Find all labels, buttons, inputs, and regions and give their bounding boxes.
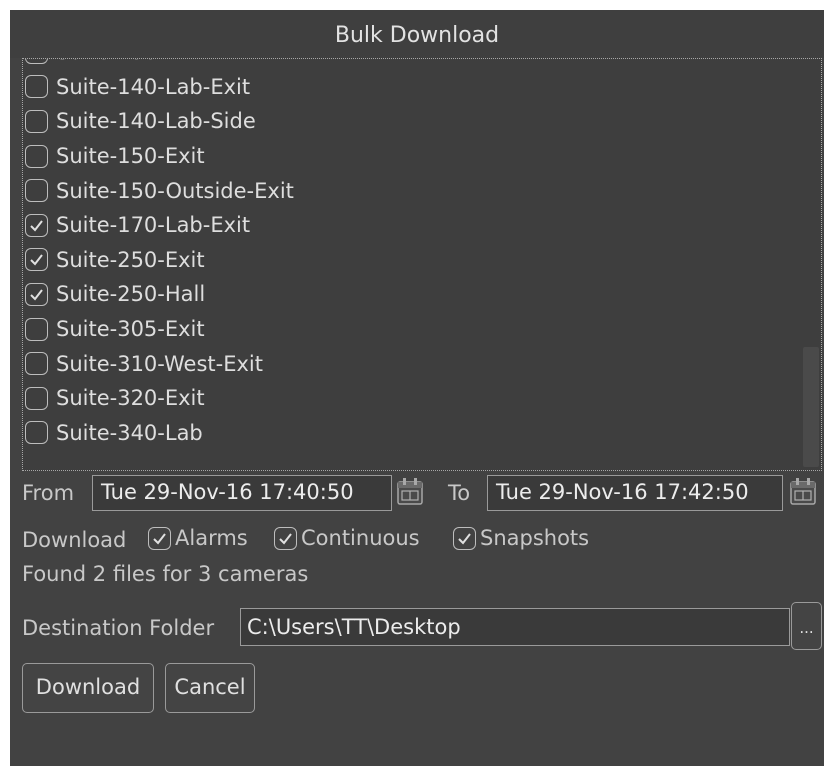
- camera-row[interactable]: Suite-150-Outside-Exit: [23, 173, 803, 208]
- camera-row[interactable]: Suite-320-Exit: [23, 381, 803, 416]
- camera-label: Suite-140-Lab-Exit: [56, 74, 251, 99]
- camera-checkbox[interactable]: [25, 75, 48, 99]
- checkmark-icon: [30, 220, 43, 232]
- continuous-option[interactable]: Continuous: [274, 526, 420, 550]
- from-datetime-field[interactable]: Tue 29-Nov-16 17:40:50: [92, 475, 392, 511]
- checkmark-icon: [458, 532, 471, 545]
- cancel-button[interactable]: Cancel: [165, 663, 255, 713]
- camera-checkbox[interactable]: [25, 352, 48, 376]
- camera-label: Suite-340-Lab: [56, 420, 203, 445]
- camera-list-scrollbar[interactable]: [801, 59, 821, 470]
- camera-row[interactable]: Suite-250-Exit: [23, 243, 803, 278]
- continuous-label: Continuous: [301, 526, 420, 550]
- camera-label: Suite-150-Exit: [56, 144, 205, 169]
- destination-label: Destination Folder: [22, 616, 215, 640]
- camera-label: Suite-250-Exit: [56, 247, 205, 272]
- camera-list[interactable]: Suite-130-Exit Suite-140-Lab-Exit Suite-14…: [22, 58, 822, 471]
- camera-checkbox[interactable]: [25, 144, 48, 168]
- download-button[interactable]: Download: [22, 663, 154, 713]
- camera-checkbox[interactable]: [25, 317, 48, 341]
- snapshots-label: Snapshots: [480, 526, 590, 550]
- camera-label: Suite-250-Hall: [56, 282, 206, 307]
- camera-checkbox[interactable]: [25, 248, 48, 272]
- destination-folder-input[interactable]: C:\Users\TT\Desktop: [240, 608, 790, 646]
- snapshots-checkbox[interactable]: [453, 526, 476, 550]
- camera-checkbox[interactable]: [25, 59, 48, 64]
- camera-list-items: Suite-130-Exit Suite-140-Lab-Exit Suite-14…: [23, 59, 803, 451]
- alarms-checkbox[interactable]: [148, 526, 171, 550]
- camera-row[interactable]: Suite-340-Lab: [23, 416, 803, 451]
- camera-label: Suite-320-Exit: [56, 386, 205, 411]
- camera-row[interactable]: Suite-305-Exit: [23, 312, 803, 347]
- bulk-download-dialog: Bulk Download Suite-130-Exit Suite-140-La…: [10, 10, 824, 766]
- camera-checkbox[interactable]: [25, 109, 48, 133]
- camera-checkbox[interactable]: [25, 386, 48, 410]
- checkmark-icon: [30, 289, 43, 301]
- camera-row[interactable]: Suite-250-Hall: [23, 277, 803, 312]
- to-calendar-icon[interactable]: [788, 476, 818, 508]
- camera-label: Suite-170-Lab-Exit: [56, 213, 251, 238]
- camera-row[interactable]: Suite-170-Lab-Exit: [23, 208, 803, 243]
- camera-label: Suite-140-Lab-Side: [56, 109, 256, 134]
- alarms-label: Alarms: [175, 526, 248, 550]
- to-label: To: [448, 481, 471, 505]
- snapshots-option[interactable]: Snapshots: [453, 526, 589, 550]
- status-text: Found 2 files for 3 cameras: [22, 562, 309, 586]
- camera-label: Suite-150-Outside-Exit: [56, 178, 294, 203]
- browse-button[interactable]: ...: [791, 602, 822, 650]
- camera-checkbox[interactable]: [25, 213, 48, 237]
- scrollbar-thumb[interactable]: [803, 347, 819, 467]
- checkmark-icon: [279, 532, 292, 545]
- checkmark-icon: [153, 532, 166, 545]
- dialog-title: Bulk Download: [10, 10, 824, 58]
- camera-row[interactable]: Suite-130-Exit: [23, 59, 803, 70]
- camera-checkbox[interactable]: [25, 421, 48, 445]
- from-label: From: [22, 481, 75, 505]
- camera-checkbox[interactable]: [25, 179, 48, 203]
- camera-row[interactable]: Suite-140-Lab-Side: [23, 104, 803, 139]
- download-label: Download: [22, 528, 127, 552]
- checkmark-icon: [30, 254, 43, 266]
- camera-row[interactable]: Suite-140-Lab-Exit: [23, 70, 803, 105]
- camera-label: Suite-305-Exit: [56, 317, 205, 342]
- camera-checkbox[interactable]: [25, 282, 48, 306]
- camera-label: Suite-130-Exit: [56, 59, 205, 64]
- to-datetime-field[interactable]: Tue 29-Nov-16 17:42:50: [487, 475, 783, 511]
- camera-label: Suite-310-West-Exit: [56, 351, 263, 376]
- from-calendar-icon[interactable]: [395, 476, 425, 508]
- camera-row[interactable]: Suite-310-West-Exit: [23, 346, 803, 381]
- continuous-checkbox[interactable]: [274, 526, 297, 550]
- camera-row[interactable]: Suite-150-Exit: [23, 139, 803, 174]
- alarms-option[interactable]: Alarms: [148, 526, 248, 550]
